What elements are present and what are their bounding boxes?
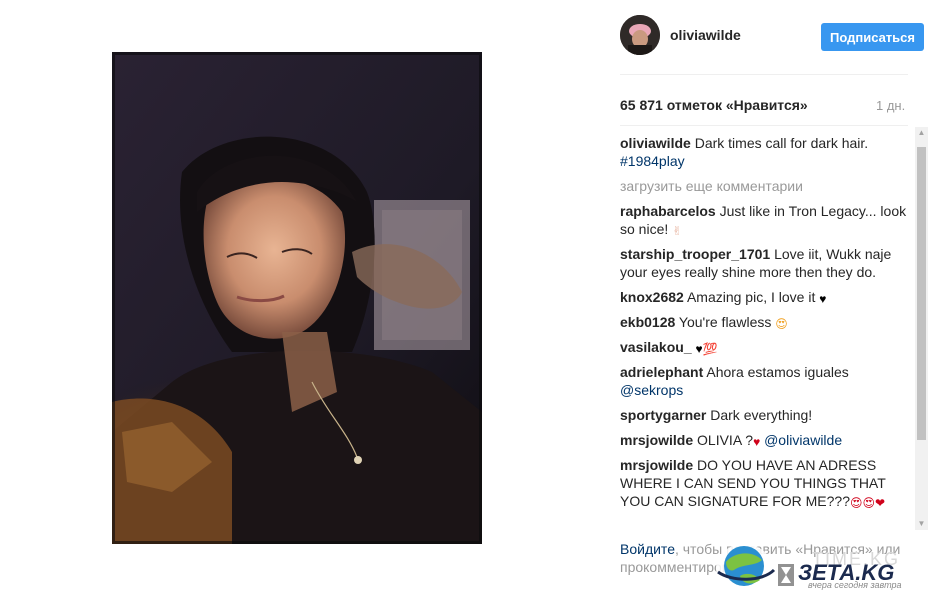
load-more-comments[interactable]: загрузить еще комментарии	[620, 177, 910, 195]
black-heart-icon: ♥	[819, 292, 827, 306]
list-item: adrielephant Ahora estamos iguales @sekr…	[620, 363, 910, 399]
list-item: vasilakou_ ♥💯	[620, 338, 910, 356]
scroll-down-icon[interactable]: ▼	[915, 518, 928, 530]
heart-eyes-icon: 😍	[775, 317, 788, 331]
comment-text: OLIVIA ?	[697, 432, 754, 448]
post-sidebar: oliviawilde Подписаться 65 871 отметок «…	[604, 0, 928, 595]
comments-list: oliviawilde Dark times call for dark hai…	[620, 134, 910, 532]
comment-text: You're flawless	[678, 314, 772, 330]
header-divider	[620, 74, 908, 75]
scroll-thumb[interactable]	[917, 147, 926, 440]
post-username[interactable]: oliviawilde	[670, 27, 741, 43]
likes-divider	[620, 125, 908, 126]
comment-text: Amazing pic, I love it	[686, 289, 816, 305]
comment-text: Dark everything!	[710, 407, 813, 423]
comment-user[interactable]: knox2682	[620, 289, 684, 305]
list-item: mrsjowilde OLIVIA ?♥ @oliviawilde	[620, 431, 910, 449]
comment-mention[interactable]: @oliviawilde	[764, 432, 842, 448]
list-item: raphabarcelos Just like in Tron Legacy..…	[620, 202, 910, 238]
comment-user[interactable]: starship_trooper_1701	[620, 246, 770, 262]
caption: oliviawilde Dark times call for dark hai…	[620, 134, 910, 170]
comment-mention[interactable]: @sekrops	[620, 382, 683, 398]
comment-user[interactable]: mrsjowilde	[620, 432, 693, 448]
heart-eyes-icon: 😍😍❤	[850, 496, 886, 510]
caption-hashtag[interactable]: #1984play	[620, 153, 685, 169]
comment-user[interactable]: ekb0128	[620, 314, 675, 330]
comment-user[interactable]: sportygarner	[620, 407, 706, 423]
list-item: starship_trooper_1701 Love iit, Wukk naj…	[620, 245, 910, 281]
red-heart-icon: ♥	[753, 435, 761, 449]
list-item: sportygarner Dark everything!	[620, 406, 910, 424]
comments-scrollbar[interactable]: ▲ ▼	[915, 127, 928, 530]
post-photo[interactable]	[112, 52, 482, 544]
post-header: oliviawilde Подписаться	[620, 15, 924, 59]
login-link[interactable]: Войдите	[620, 541, 675, 557]
victory-hand-icon: ✌	[672, 224, 683, 238]
comment-user[interactable]: raphabarcelos	[620, 203, 716, 219]
post-time[interactable]: 1 дн.	[876, 98, 905, 113]
caption-text: Dark times call for dark hair.	[694, 135, 869, 151]
list-item: ekb0128 You're flawless 😍	[620, 313, 910, 331]
follow-button[interactable]: Подписаться	[821, 23, 924, 51]
caption-user[interactable]: oliviawilde	[620, 135, 691, 151]
comment-user[interactable]: adrielephant	[620, 364, 703, 380]
portrait-image	[112, 52, 482, 544]
scroll-up-icon[interactable]: ▲	[915, 127, 928, 139]
watermark: TIME.KG ЗЕТА.KG вчера сегодня завтра	[712, 542, 928, 595]
heart-hundred-icon: ♥💯	[695, 342, 718, 356]
likes-count[interactable]: 65 871 отметок «Нравится»	[620, 97, 808, 113]
list-item: knox2682 Amazing pic, I love it ♥	[620, 288, 910, 306]
comment-user[interactable]: vasilakou_	[620, 339, 692, 355]
list-item: mrsjowilde DO YOU HAVE AN ADRESS WHERE I…	[620, 456, 910, 510]
comment-text: Ahora estamos iguales	[706, 364, 849, 380]
watermark-tagline: вчера сегодня завтра	[808, 580, 902, 590]
comment-user[interactable]: mrsjowilde	[620, 457, 693, 473]
avatar-image	[620, 15, 660, 55]
avatar[interactable]	[620, 15, 660, 55]
